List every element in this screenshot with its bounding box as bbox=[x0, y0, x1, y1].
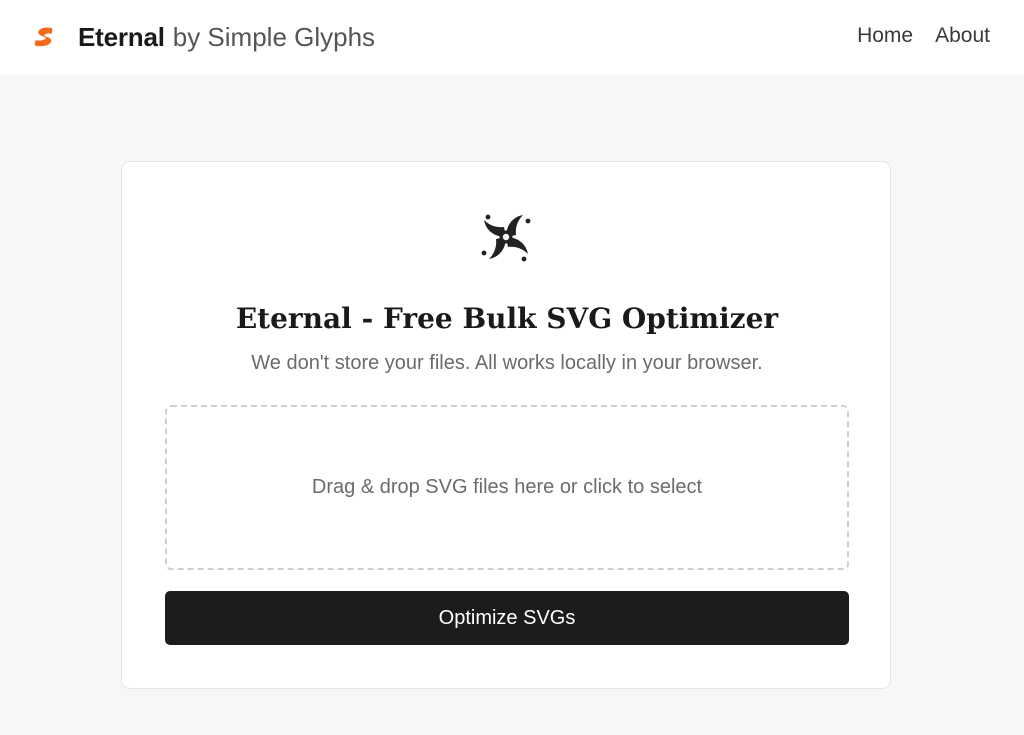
privacy-note: We don't store your files. All works loc… bbox=[251, 352, 763, 374]
brand-logo-icon bbox=[32, 24, 58, 50]
top-navbar: Eternal by Simple Glyphs Home About bbox=[0, 0, 1024, 75]
optimize-svgs-button[interactable]: Optimize SVGs bbox=[165, 591, 849, 645]
optimizer-card: Eternal - Free Bulk SVG Optimizer We don… bbox=[121, 161, 891, 689]
svg-dropzone[interactable]: Drag & drop SVG files here or click to s… bbox=[165, 405, 849, 570]
nav-home-link[interactable]: Home bbox=[857, 24, 913, 48]
main-nav: Home About bbox=[857, 24, 990, 48]
page-title: Eternal - Free Bulk SVG Optimizer bbox=[235, 302, 779, 335]
swirl-vortex-icon bbox=[475, 206, 537, 268]
brand-suffix: by Simple Glyphs bbox=[172, 21, 376, 52]
nav-about-link[interactable]: About bbox=[935, 24, 990, 48]
brand-name: Eternal bbox=[78, 21, 165, 52]
brand-home-link[interactable]: Eternal by Simple Glyphs bbox=[32, 20, 375, 54]
dropzone-label: Drag & drop SVG files here or click to s… bbox=[311, 476, 703, 498]
